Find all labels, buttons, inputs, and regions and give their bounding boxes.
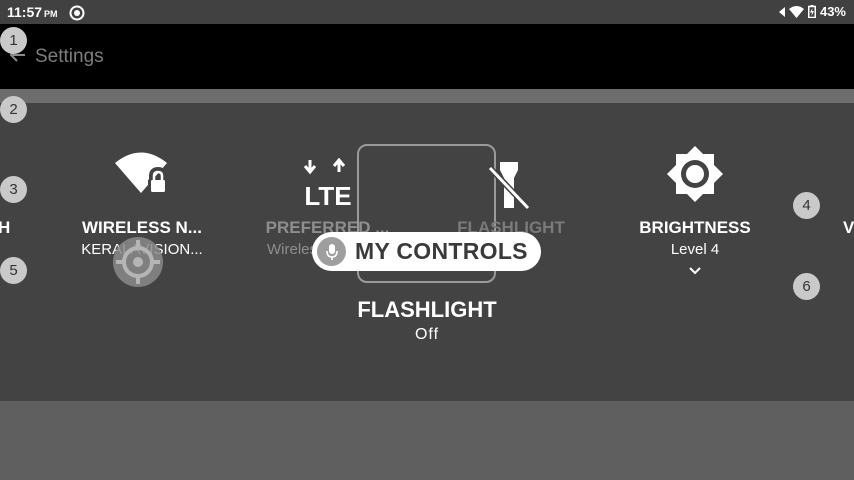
divider bbox=[0, 89, 854, 103]
mic-icon bbox=[317, 237, 346, 266]
crosshair-icon bbox=[113, 237, 163, 287]
marker-5[interactable]: 5 bbox=[0, 257, 27, 284]
brightness-icon[interactable] bbox=[666, 145, 724, 203]
signal-arrow-icon bbox=[778, 6, 785, 17]
marker-4[interactable]: 4 bbox=[793, 192, 820, 219]
tile-brightness-status: Level 4 bbox=[670, 241, 720, 258]
status-bar: 11:57 PM 43% bbox=[0, 0, 854, 24]
flashlight-off-icon[interactable] bbox=[486, 160, 532, 212]
my-controls-label: MY CONTROLS bbox=[355, 238, 528, 264]
marker-6[interactable]: 6 bbox=[793, 273, 820, 300]
svg-text:LTE: LTE bbox=[304, 181, 351, 208]
tile-partial-right-label[interactable]: V bbox=[843, 218, 854, 238]
battery-percent: 43% bbox=[819, 4, 846, 19]
battery-charging-icon bbox=[807, 5, 816, 18]
tile-partial-left-label[interactable]: H bbox=[0, 218, 10, 238]
focused-item-state: Off bbox=[414, 326, 440, 343]
sync-icon bbox=[69, 5, 85, 21]
wifi-icon bbox=[788, 5, 804, 18]
lte-icon[interactable]: LTE bbox=[302, 158, 354, 208]
tile-brightness-label[interactable]: BRIGHTNESS bbox=[620, 218, 770, 238]
page-title: Settings bbox=[35, 46, 104, 67]
wifi-lock-icon[interactable] bbox=[114, 150, 172, 196]
app-bar bbox=[0, 24, 854, 89]
my-controls-button[interactable]: MY CONTROLS bbox=[312, 232, 541, 271]
marker-1[interactable]: 1 bbox=[0, 27, 27, 54]
marker-2[interactable]: 2 bbox=[0, 96, 27, 123]
tile-wireless-network-label[interactable]: WIRELESS N... bbox=[70, 218, 214, 238]
marker-3[interactable]: 3 bbox=[0, 176, 27, 203]
chevron-down-icon[interactable] bbox=[688, 266, 702, 276]
focused-item-title: FLASHLIGHT bbox=[357, 297, 497, 322]
clock: 11:57 PM bbox=[7, 4, 58, 20]
